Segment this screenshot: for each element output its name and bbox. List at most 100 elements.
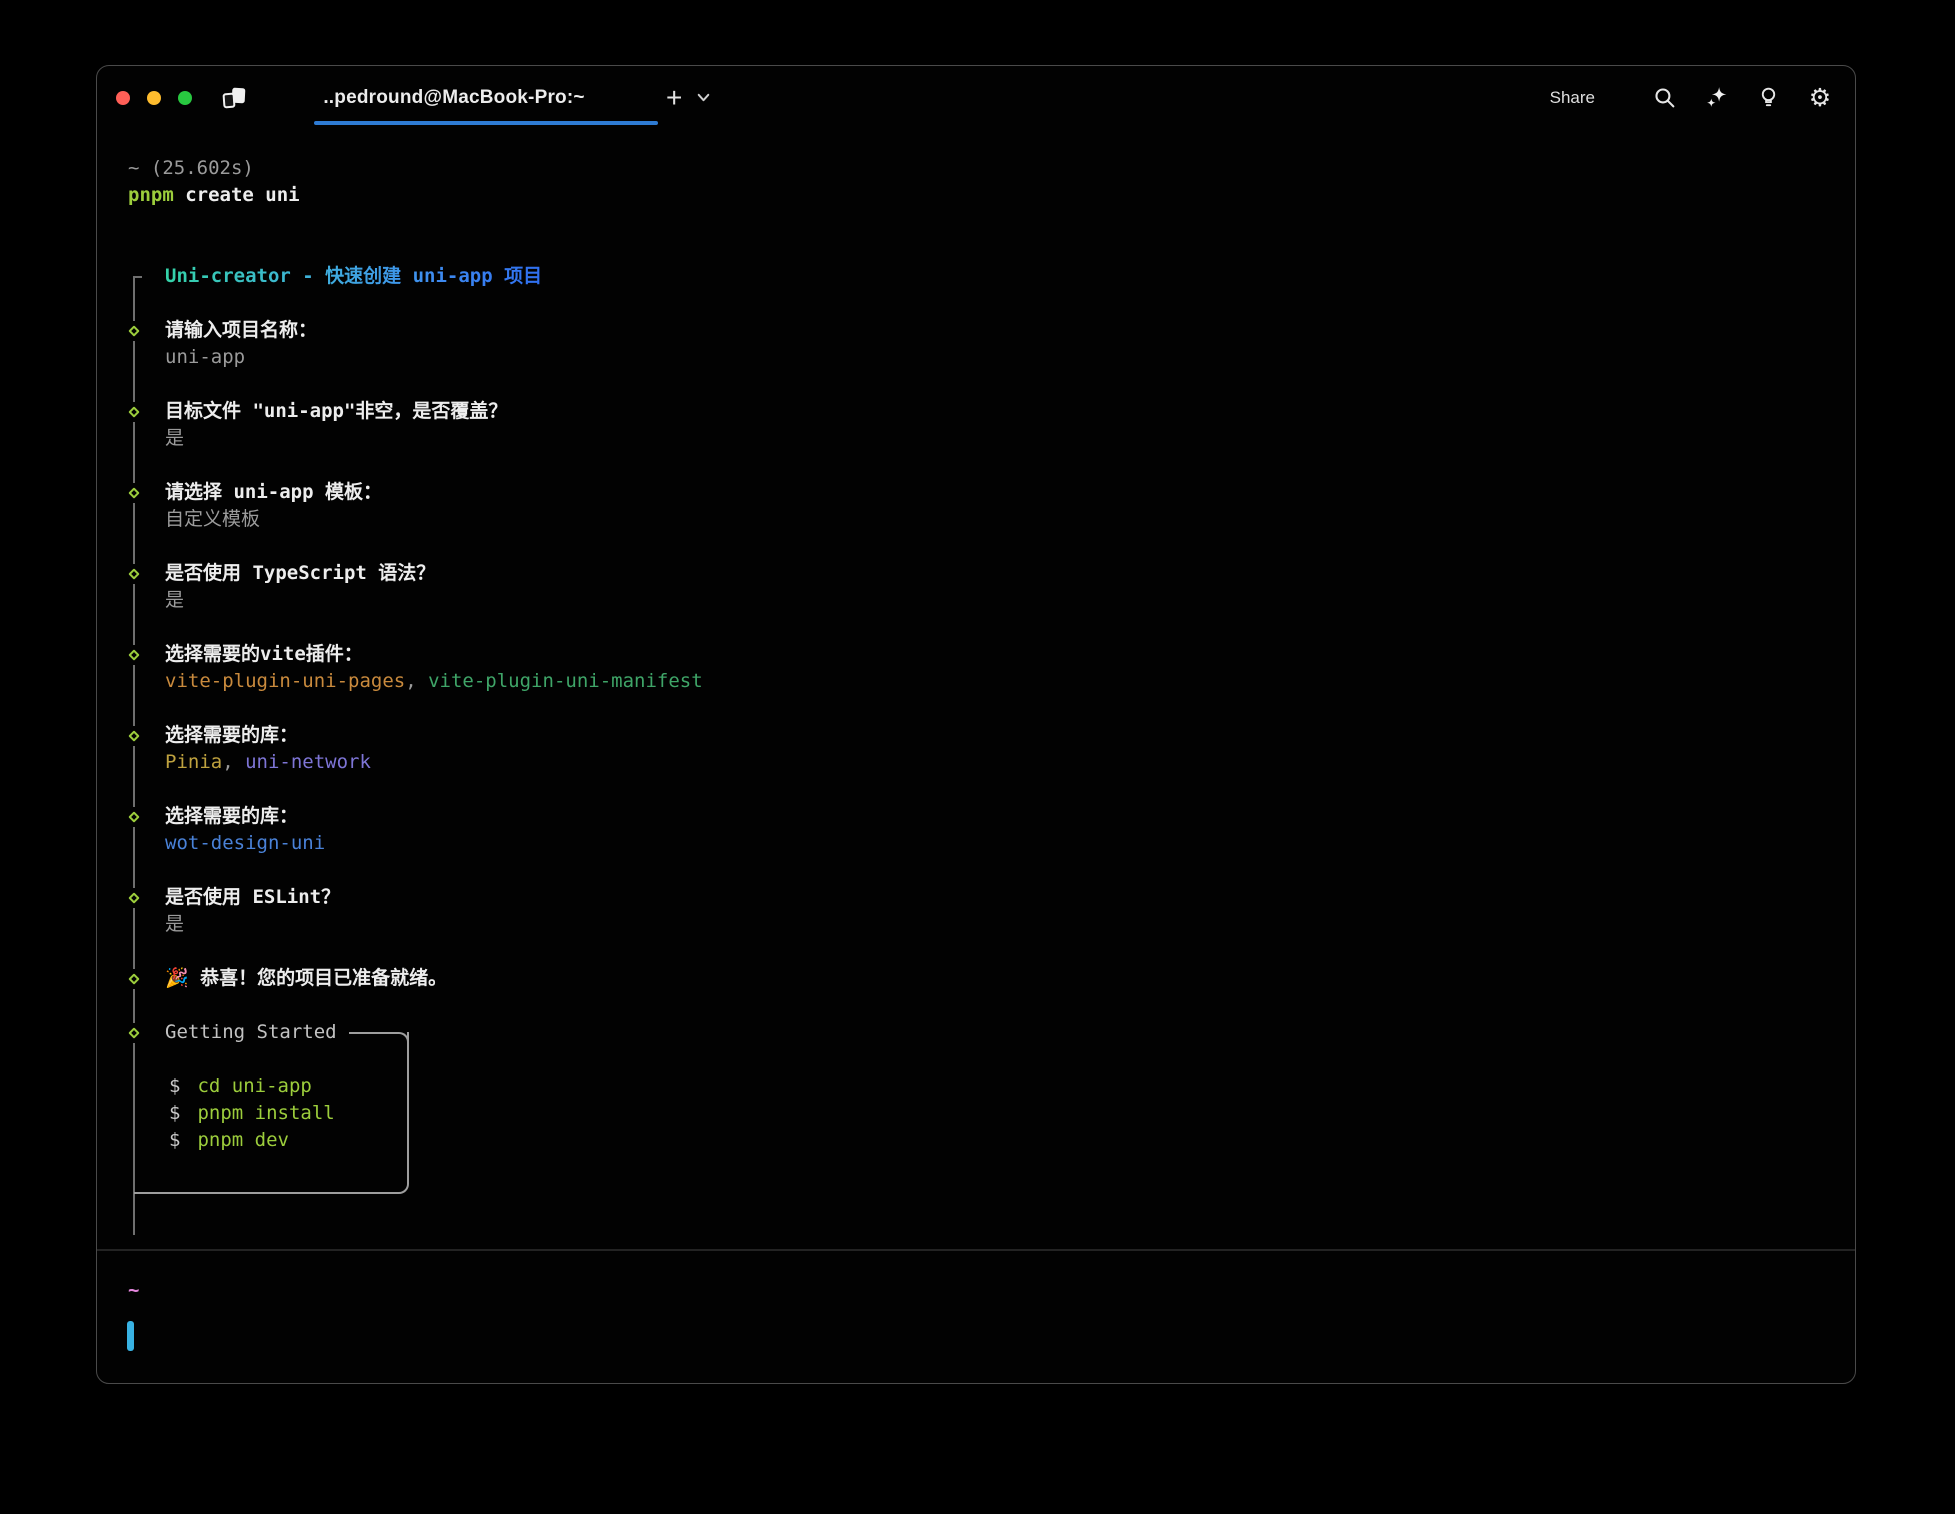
prompt-cwd-line: ~ — [128, 1279, 1855, 1301]
question-text: 选择需要的库： — [165, 724, 298, 746]
question-text: 是否使用 TypeScript 语法？ — [165, 562, 435, 584]
answer-text: , — [222, 751, 245, 773]
blank — [97, 533, 1855, 560]
wizard-title: Uni-creator - 快速创建 uni-app 项目 — [165, 265, 542, 287]
blank — [97, 452, 1855, 479]
window-controls — [116, 91, 192, 105]
wizard-question: 选择需要的库： — [97, 803, 1855, 830]
blank — [97, 1046, 1855, 1073]
getting-started-command: $ pnpm install — [97, 1100, 1855, 1127]
outro-text: 🎉 恭喜！您的项目已准备就绪。 — [165, 967, 447, 989]
panes-icon-front — [222, 92, 235, 108]
step-diamond-icon — [126, 888, 142, 908]
question-text: 选择需要的vite插件： — [165, 643, 363, 665]
wizard-question: 选择需要的库： — [97, 722, 1855, 749]
blank — [97, 209, 1855, 236]
command-line: pnpm create uni — [97, 182, 1855, 209]
question-text: 选择需要的库： — [165, 805, 298, 827]
command-token: create uni — [174, 184, 300, 206]
tab-title: ..pedround@MacBook-Pro:~ — [323, 87, 584, 109]
gear-icon[interactable]: ⚙ — [1807, 85, 1833, 111]
terminal-output[interactable]: ~ (25.602s)pnpm create uni Uni-creator - … — [97, 129, 1855, 1249]
wizard-question: 请输入项目名称： — [97, 317, 1855, 344]
share-button[interactable]: Share — [1550, 88, 1595, 108]
wizard-answer: 是 — [97, 425, 1855, 452]
text-cursor — [127, 1321, 134, 1351]
command-text: pnpm dev — [197, 1129, 289, 1151]
wizard-answer: wot-design-uni — [97, 830, 1855, 857]
wizard-question: 是否使用 ESLint？ — [97, 884, 1855, 911]
blank — [97, 776, 1855, 803]
blank — [97, 1181, 1855, 1208]
wizard-answer: uni-app — [97, 344, 1855, 371]
getting-started-label: Getting Started — [165, 1019, 349, 1046]
wizard-answer: 自定义模板 — [97, 506, 1855, 533]
answer-text: uni-network — [245, 751, 371, 773]
getting-started-command: $ pnpm dev — [97, 1127, 1855, 1154]
question-text: 请输入项目名称： — [165, 319, 317, 341]
answer-text: Pinia — [165, 751, 222, 773]
blank — [97, 290, 1855, 317]
step-diamond-icon — [126, 321, 142, 341]
question-text: 请选择 uni-app 模板： — [165, 481, 382, 503]
command-token: pnpm — [128, 184, 174, 206]
wizard-answer: Pinia, uni-network — [97, 749, 1855, 776]
ai-sparkles-icon[interactable] — [1703, 85, 1729, 111]
wizard-question: 请选择 uni-app 模板： — [97, 479, 1855, 506]
terminal-window: ..pedround@MacBook-Pro:~ + Share ⚙ — [96, 65, 1856, 1384]
answer-text: , — [405, 670, 428, 692]
blank — [97, 992, 1855, 1019]
titlebar: ..pedround@MacBook-Pro:~ + Share ⚙ — [97, 66, 1855, 129]
chevron-down-icon[interactable] — [696, 92, 711, 103]
step-diamond-icon — [126, 483, 142, 503]
tab-active-indicator — [314, 121, 658, 125]
blank — [97, 1154, 1855, 1181]
blank — [97, 614, 1855, 641]
command-text: pnpm install — [197, 1102, 334, 1124]
command-meta-line: ~ (25.602s) — [97, 155, 1855, 182]
answer-text: wot-design-uni — [165, 832, 325, 854]
answer-text: vite-plugin-uni-pages — [165, 670, 405, 692]
answer-text: 自定义模板 — [165, 508, 260, 530]
question-text: 是否使用 ESLint？ — [165, 886, 340, 908]
wizard-answer: 是 — [97, 587, 1855, 614]
search-icon[interactable] — [1651, 85, 1677, 111]
wizard-question: 是否使用 TypeScript 语法？ — [97, 560, 1855, 587]
new-tab-button[interactable]: + — [666, 84, 682, 112]
answer-text: 是 — [165, 427, 184, 449]
wizard-outro: 🎉 恭喜！您的项目已准备就绪。 — [97, 965, 1855, 992]
gear-glyph: ⚙ — [1809, 85, 1831, 110]
answer-text: vite-plugin-uni-manifest — [428, 670, 703, 692]
terminal-input-block[interactable]: ~ — [97, 1251, 1855, 1383]
blank — [97, 236, 1855, 263]
step-diamond-icon — [126, 969, 142, 989]
minimize-button[interactable] — [147, 91, 161, 105]
panes-icon[interactable] — [222, 88, 246, 108]
dollar-sign: $ — [169, 1075, 180, 1097]
blank — [97, 938, 1855, 965]
prompt-cwd: ~ — [128, 1279, 139, 1301]
answer-text: uni-app — [165, 346, 245, 368]
step-diamond-icon — [126, 564, 142, 584]
tab-active[interactable]: ..pedround@MacBook-Pro:~ — [270, 66, 638, 129]
question-text: 目标文件 "uni-app"非空，是否覆盖？ — [165, 400, 507, 422]
blank — [97, 695, 1855, 722]
wizard-question: 目标文件 "uni-app"非空，是否覆盖？ — [97, 398, 1855, 425]
getting-started-title: Getting Started — [97, 1019, 1855, 1046]
step-diamond-icon — [126, 1023, 142, 1043]
step-diamond-icon — [126, 645, 142, 665]
close-button[interactable] — [116, 91, 130, 105]
command-cwd: ~ — [128, 157, 151, 179]
blank — [97, 1208, 1855, 1235]
step-diamond-icon — [126, 807, 142, 827]
command-text: cd uni-app — [197, 1075, 311, 1097]
lightbulb-icon[interactable] — [1755, 85, 1781, 111]
wizard-intro: Uni-creator - 快速创建 uni-app 项目 — [97, 263, 1855, 290]
zoom-button[interactable] — [178, 91, 192, 105]
dollar-sign: $ — [169, 1129, 180, 1151]
wizard-answer: 是 — [97, 911, 1855, 938]
getting-started-command: $ cd uni-app — [97, 1073, 1855, 1100]
dollar-sign: $ — [169, 1102, 180, 1124]
wizard-answer: vite-plugin-uni-pages, vite-plugin-uni-m… — [97, 668, 1855, 695]
answer-text: 是 — [165, 913, 184, 935]
